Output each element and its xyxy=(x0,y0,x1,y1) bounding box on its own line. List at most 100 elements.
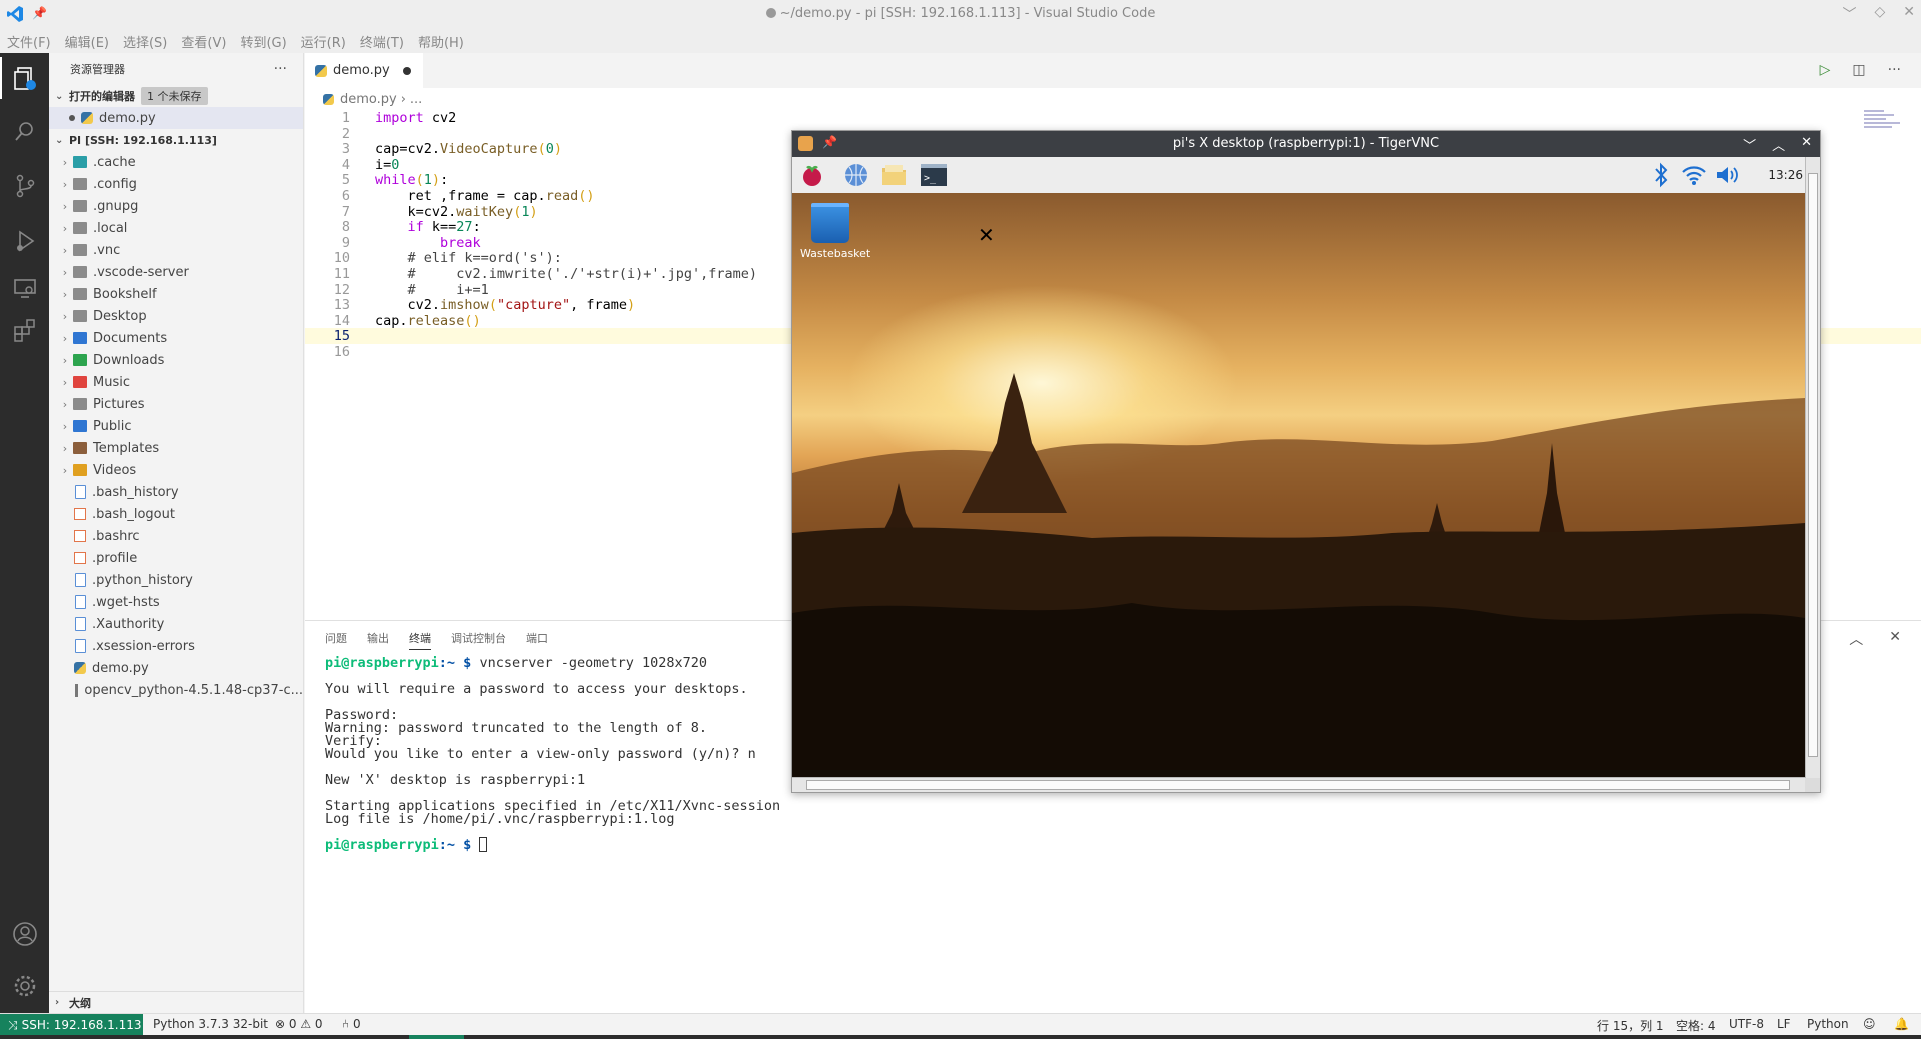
chevron-down-icon: ⌄ xyxy=(55,90,64,102)
tree-folder[interactable]: › .vnc xyxy=(49,239,303,261)
source-control-icon[interactable] xyxy=(12,173,38,199)
maximize-panel-icon[interactable]: ︿ xyxy=(1849,629,1863,649)
run-python-file-icon[interactable]: ▷ xyxy=(1820,62,1831,78)
vnc-maximize-button[interactable]: ︿ xyxy=(1772,135,1785,154)
tree-folder[interactable]: › Desktop xyxy=(49,305,303,327)
tree-file[interactable]: .profile xyxy=(49,547,303,569)
remote-explorer-icon[interactable] xyxy=(12,275,38,301)
tree-folder[interactable]: › Pictures xyxy=(49,393,303,415)
menu-run[interactable]: 运行(R) xyxy=(301,32,346,51)
tree-folder[interactable]: › Music xyxy=(49,371,303,393)
tree-file[interactable]: .wget-hsts xyxy=(49,591,303,613)
tree-folder[interactable]: › Documents xyxy=(49,327,303,349)
extensions-icon[interactable] xyxy=(12,318,38,344)
account-icon[interactable] xyxy=(12,921,38,947)
maximize-button[interactable]: ◇ xyxy=(1874,4,1885,24)
line-number: 1 xyxy=(341,110,350,126)
problems-count[interactable]: ⊗ 0 ⚠ 0 xyxy=(275,1017,323,1031)
menu-file[interactable]: 文件(F) xyxy=(7,32,51,51)
menu-edit[interactable]: 编辑(E) xyxy=(65,32,109,51)
menu-terminal[interactable]: 终端(T) xyxy=(360,32,404,51)
terminal-command: vncserver -geometry 1028x720 xyxy=(471,655,708,671)
python-interpreter[interactable]: Python 3.7.3 32-bit xyxy=(153,1017,268,1031)
ports-count[interactable]: ⑃ 0 xyxy=(342,1017,361,1031)
remote-desktop-wallpaper[interactable]: Wastebasket ✕ xyxy=(792,193,1805,778)
tree-file[interactable]: .xsession-errors xyxy=(49,635,303,657)
terminal-icon[interactable]: >_ xyxy=(920,162,948,188)
tree-file[interactable]: .bash_logout xyxy=(49,503,303,525)
shell-file-icon xyxy=(74,508,86,520)
horizontal-scrollbar[interactable] xyxy=(792,777,1805,792)
more-actions-icon[interactable]: ··· xyxy=(1888,62,1901,78)
breadcrumb-symbol[interactable]: ... xyxy=(410,92,422,107)
cursor-position[interactable]: 行 15，列 1 xyxy=(1597,1017,1664,1034)
menu-go[interactable]: 转到(G) xyxy=(240,32,286,51)
vnc-window[interactable]: 📌 pi's X desktop (raspberrypi:1) - Tiger… xyxy=(791,130,1821,793)
file-manager-icon[interactable] xyxy=(880,162,908,188)
tree-file[interactable]: opencv_python-4.5.1.48-cp37-c... xyxy=(49,679,303,701)
close-panel-icon[interactable]: ✕ xyxy=(1889,629,1901,649)
end-of-line[interactable]: LF xyxy=(1777,1017,1791,1031)
tree-file[interactable]: .Xauthority xyxy=(49,613,303,635)
tree-folder[interactable]: › Templates xyxy=(49,437,303,459)
folder-icon xyxy=(73,266,87,278)
open-editors-section[interactable]: ⌄ 打开的编辑器 1 个未保存 xyxy=(49,85,303,107)
tree-folder[interactable]: › .vscode-server xyxy=(49,261,303,283)
volume-icon[interactable] xyxy=(1713,162,1741,188)
tree-folder[interactable]: › .local xyxy=(49,217,303,239)
tab-problems[interactable]: 问题 xyxy=(325,630,347,650)
run-debug-icon[interactable] xyxy=(12,228,38,254)
split-editor-icon[interactable]: ◫ xyxy=(1852,62,1865,78)
indentation[interactable]: 空格: 4 xyxy=(1676,1017,1716,1034)
vnc-minimize-button[interactable]: ﹀ xyxy=(1743,135,1756,154)
chevron-right-icon: › xyxy=(62,199,68,213)
tree-file[interactable]: demo.py xyxy=(49,657,303,679)
tab-ports[interactable]: 端口 xyxy=(526,630,548,650)
tab-output[interactable]: 输出 xyxy=(367,630,389,650)
menu-view[interactable]: 查看(V) xyxy=(181,32,226,51)
explorer-icon[interactable] xyxy=(0,57,38,99)
tree-folder[interactable]: › Bookshelf xyxy=(49,283,303,305)
raspberry-menu-icon[interactable] xyxy=(798,162,826,188)
tab-debug-console[interactable]: 调试控制台 xyxy=(451,630,506,650)
encoding[interactable]: UTF-8 xyxy=(1729,1017,1764,1031)
tree-folder[interactable]: › Public xyxy=(49,415,303,437)
breadcrumb-file[interactable]: demo.py xyxy=(340,92,397,107)
bluetooth-icon[interactable] xyxy=(1647,162,1675,188)
tree-file[interactable]: .bashrc xyxy=(49,525,303,547)
outline-section[interactable]: › 大纲 xyxy=(49,991,303,1013)
tree-folder[interactable]: › .config xyxy=(49,173,303,195)
tree-folder[interactable]: › Downloads xyxy=(49,349,303,371)
vnc-close-button[interactable]: ✕ xyxy=(1801,135,1812,154)
minimize-button[interactable]: ﹀ xyxy=(1842,4,1856,24)
feedback-icon[interactable]: ☺ xyxy=(1863,1017,1876,1031)
unsaved-dot-icon[interactable] xyxy=(403,66,411,75)
tree-folder[interactable]: › .cache xyxy=(49,151,303,173)
minimap[interactable] xyxy=(1864,110,1908,142)
settings-gear-icon[interactable] xyxy=(12,973,38,999)
vertical-scrollbar[interactable] xyxy=(1805,157,1820,778)
tab-terminal[interactable]: 终端 xyxy=(409,630,431,650)
vnc-title-bar[interactable]: 📌 pi's X desktop (raspberrypi:1) - Tiger… xyxy=(792,131,1820,157)
tab-demo-py[interactable]: demo.py xyxy=(305,53,423,88)
menu-help[interactable]: 帮助(H) xyxy=(418,32,464,51)
scrollbar-thumb[interactable] xyxy=(806,780,1790,790)
open-editor-item[interactable]: demo.py xyxy=(49,107,303,129)
remote-indicator[interactable]: ⤨ SSH: 192.168.1.113 xyxy=(0,1014,143,1036)
tree-file[interactable]: .python_history xyxy=(49,569,303,591)
wifi-icon[interactable] xyxy=(1680,162,1708,188)
tree-folder[interactable]: › .gnupg xyxy=(49,195,303,217)
language-mode[interactable]: Python xyxy=(1807,1017,1849,1031)
tree-file[interactable]: .bash_history xyxy=(49,481,303,503)
close-button[interactable]: ✕ xyxy=(1903,4,1915,24)
tree-folder[interactable]: › Videos xyxy=(49,459,303,481)
search-icon[interactable] xyxy=(12,118,38,144)
code-line[interactable]: 1 import cv2 xyxy=(305,110,1921,126)
bell-icon[interactable]: 🔔 xyxy=(1894,1017,1909,1031)
more-actions-icon[interactable]: ··· xyxy=(274,61,287,77)
wastebasket-shortcut[interactable]: Wastebasket xyxy=(800,203,870,260)
menu-selection[interactable]: 选择(S) xyxy=(123,32,167,51)
scrollbar-thumb[interactable] xyxy=(1808,173,1818,757)
remote-root-section[interactable]: ⌄ PI [SSH: 192.168.1.113] xyxy=(49,129,303,151)
web-browser-icon[interactable] xyxy=(842,162,870,188)
